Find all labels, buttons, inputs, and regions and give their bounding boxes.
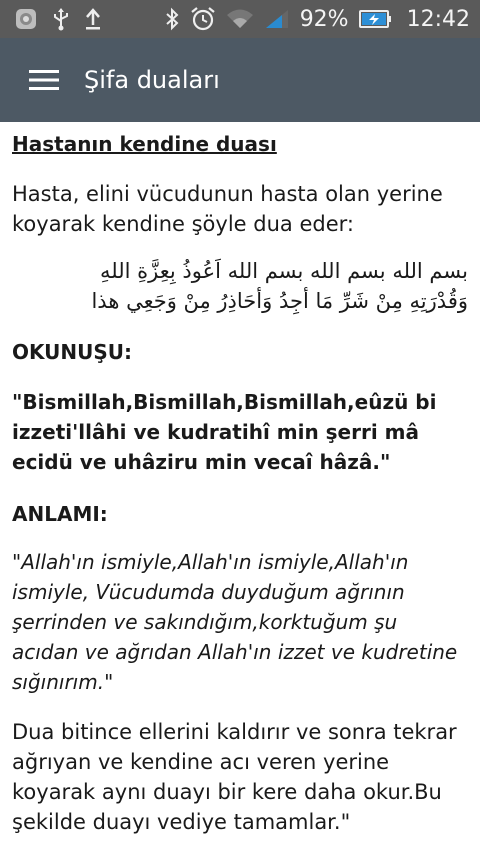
signal-icon: [264, 7, 290, 31]
menu-button[interactable]: [14, 50, 74, 110]
article-content[interactable]: Hastanın kendine duası Hasta, elini vücu…: [0, 122, 480, 854]
status-bar-left: [0, 0, 102, 38]
meaning-label: ANLAMI:: [12, 502, 108, 526]
arabic-text-line-1: بسم الله بسم الله بسم الله اَعُوذُ بِعِز…: [100, 259, 468, 283]
meaning-text: "Allah'ın ismiyle,Allah'ın ismiyle,Allah…: [12, 550, 458, 694]
status-bar-right: 92% 12:42: [164, 0, 480, 38]
reading-text: "Bismillah,Bismillah,Bismillah,eûzü bi i…: [12, 390, 437, 474]
reading-label: OKUNUŞU:: [12, 340, 133, 364]
battery-percent: 92%: [299, 6, 349, 32]
upload-icon: [84, 7, 102, 31]
status-clock: 12:42: [406, 6, 470, 32]
usb-icon: [52, 7, 70, 31]
app-icon: [14, 7, 38, 31]
battery-charging-icon: [358, 7, 393, 31]
app-bar: Şifa duaları: [0, 38, 480, 122]
article-heading: Hastanın kendine duası: [12, 132, 277, 156]
bluetooth-icon: [164, 7, 180, 31]
alarm-icon: [190, 7, 216, 31]
arabic-text-line-2: وَقُدْرَتِهِ مِنْ شَرِّ مَا أَجِدُ وَأُح…: [91, 289, 468, 313]
intro-paragraph: Hasta, elini vücudunun hasta olan yerine…: [12, 182, 443, 236]
page-title: Şifa duaları: [84, 66, 220, 94]
hamburger-menu-icon: [29, 70, 59, 90]
wifi-icon: [226, 7, 254, 31]
status-bar: 92% 12:42: [0, 0, 480, 38]
closing-paragraph: Dua bitince ellerini kaldırır ve sonra t…: [12, 720, 457, 834]
